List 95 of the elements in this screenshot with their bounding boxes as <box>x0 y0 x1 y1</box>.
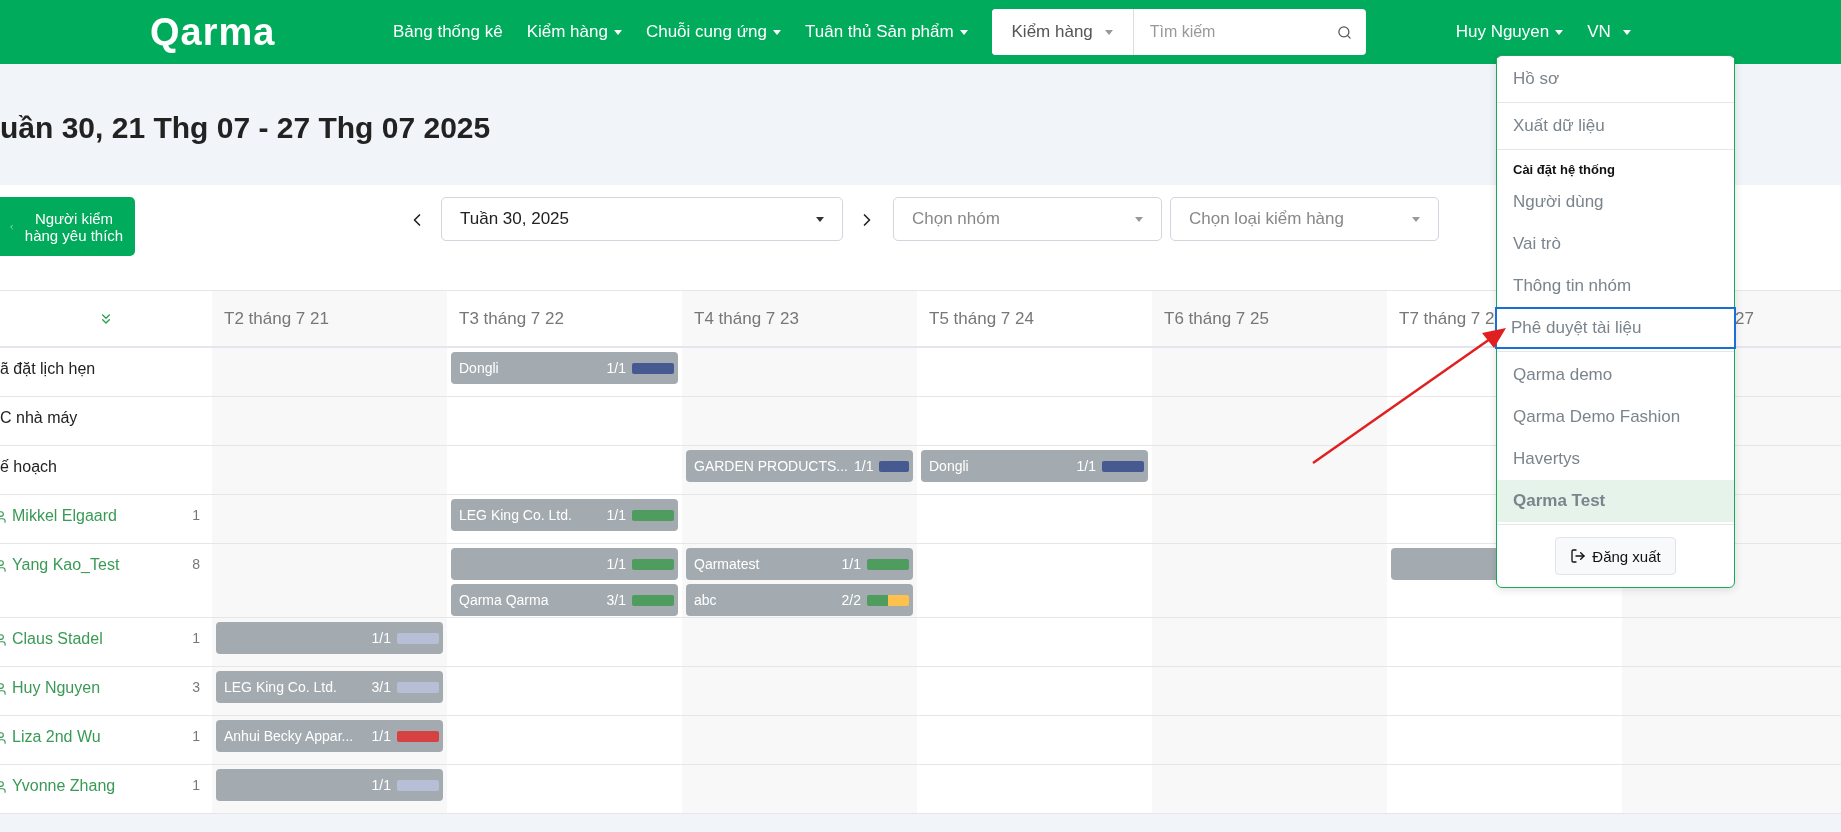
inspector-name[interactable]: Claus Stadel <box>12 630 193 648</box>
menu-item[interactable]: Phê duyệt tài liệu <box>1495 307 1736 349</box>
day-header: T3 tháng 7 22 <box>447 290 682 348</box>
inspection-count: 3 <box>192 679 200 695</box>
user-menu[interactable]: Huy Nguyen <box>1455 22 1564 42</box>
inspection-event[interactable]: Dongli 1/1 <box>451 352 678 384</box>
progress-bar <box>632 362 674 374</box>
inspection-event[interactable]: Dongli 1/1 <box>921 450 1148 482</box>
progress-bar <box>1102 460 1144 472</box>
menu-item[interactable]: Người dùng <box>1497 181 1734 223</box>
day-header: T4 tháng 7 23 <box>682 290 917 348</box>
nav-menu-item[interactable]: Kiểm hàng <box>526 22 622 42</box>
nav-menu-item[interactable]: Bảng thống kê <box>393 22 503 42</box>
inspection-event[interactable]: LEG King Co. Ltd. 1/1 <box>451 499 678 531</box>
inspection-event[interactable]: 1/1 <box>216 769 443 801</box>
progress-bar <box>632 594 674 606</box>
logo: Qarma <box>150 10 277 54</box>
page-title: uần 30, 21 Thg 07 - 27 Thg 07 2025 <box>0 110 491 145</box>
menu-section-title: Cài đặt hệ thống <box>1512 161 1616 179</box>
menu-item[interactable]: Qarma Test <box>1497 480 1734 522</box>
nav-menu-item[interactable]: Chuỗi cung ứng <box>645 22 781 42</box>
search-icon <box>1336 24 1352 40</box>
event-name: abc <box>694 592 718 608</box>
progress-bar <box>632 509 674 521</box>
inspection-event[interactable]: GARDEN PRODUCTS... 1/1 <box>686 450 913 482</box>
event-count: 1/1 <box>1076 458 1096 474</box>
event-name: Qarmatest <box>694 556 761 572</box>
event-name: LEG King Co. Ltd. <box>459 507 573 523</box>
menu-item[interactable]: Havertys <box>1497 438 1734 480</box>
menu-item[interactable]: Hồ sơ <box>1497 58 1734 100</box>
progress-bar <box>867 594 909 606</box>
status-label: C nhà máy <box>0 409 78 427</box>
event-name: Anhui Becky Appar... <box>224 728 355 744</box>
inspection-type-select[interactable]: Chọn loại kiểm hàng <box>1170 197 1439 241</box>
inspection-count: 1 <box>192 728 200 744</box>
day-header: T5 tháng 7 24 <box>917 290 1152 348</box>
event-name: Qarma Qarma <box>459 592 550 608</box>
inspection-event[interactable]: Qarmatest 1/1 <box>686 548 913 580</box>
language-select[interactable]: VN <box>1587 22 1631 42</box>
event-count: 1/1 <box>606 360 626 376</box>
inspection-count: 1 <box>192 630 200 646</box>
event-name: Dongli <box>459 360 500 376</box>
logout-icon <box>1570 548 1587 564</box>
group-select[interactable]: Chọn nhóm <box>893 197 1162 241</box>
progress-bar <box>397 730 439 742</box>
logout-button[interactable]: Đăng xuất <box>1555 537 1676 575</box>
event-name: LEG King Co. Ltd. <box>224 679 338 695</box>
inspection-event[interactable]: LEG King Co. Ltd. 3/1 <box>216 671 443 703</box>
logout-label: Đăng xuất <box>1592 547 1661 565</box>
event-count: 1/1 <box>606 556 626 572</box>
inspector-name[interactable]: Huy Nguyen <box>12 679 193 697</box>
event-count: 1/1 <box>371 777 391 793</box>
event-count: 3/1 <box>371 679 391 695</box>
inspection-count: 1 <box>192 507 200 523</box>
status-label: ã đặt lịch hẹn <box>0 360 96 378</box>
inspector-name[interactable]: Yvonne Zhang <box>12 777 193 795</box>
menu-item[interactable]: Vai trò <box>1497 223 1734 265</box>
menu-item[interactable]: Xuất dữ liệu <box>1497 105 1734 147</box>
inspection-event[interactable]: Qarma Qarma 3/1 <box>451 584 678 616</box>
day-header: T6 tháng 7 25 <box>1152 290 1387 348</box>
progress-bar <box>867 558 909 570</box>
event-name: GARDEN PRODUCTS... <box>694 458 848 474</box>
inspector-name[interactable]: Mikkel Elgaard <box>12 507 193 525</box>
progress-bar <box>397 681 439 693</box>
progress-bar <box>397 632 439 644</box>
inspection-count: 8 <box>192 556 200 572</box>
event-name: Dongli <box>929 458 970 474</box>
event-count: 1/1 <box>841 556 861 572</box>
inspection-event[interactable]: abc 2/2 <box>686 584 913 616</box>
progress-bar <box>632 558 674 570</box>
favorites-button[interactable]: Người kiểm hàng yêu thích <box>0 197 135 256</box>
inspector-name[interactable]: Yang Kao_Test <box>12 556 193 574</box>
event-count: 1/1 <box>606 507 626 523</box>
nav-menu-item[interactable]: Tuân thủ Sản phẩm <box>804 22 968 42</box>
search-scope-select[interactable]: Kiểm hàng <box>991 9 1134 55</box>
inspection-event[interactable]: 1/1 <box>216 622 443 654</box>
event-count: 1/1 <box>371 630 391 646</box>
inspection-event[interactable]: Anhui Becky Appar... 1/1 <box>216 720 443 752</box>
event-count: 2/2 <box>841 592 861 608</box>
search-field[interactable]: Tìm kiếm <box>1133 9 1366 55</box>
menu-item[interactable]: Qarma Demo Fashion <box>1497 396 1734 438</box>
inspector-name[interactable]: Liza 2nd Wu <box>12 728 193 746</box>
event-count: 3/1 <box>606 592 626 608</box>
event-count: 1/1 <box>371 728 391 744</box>
favorites-label: Người kiểm hàng yêu thích <box>23 209 125 244</box>
day-header: T2 tháng 7 21 <box>212 290 447 348</box>
week-select[interactable]: Tuần 30, 2025 <box>441 197 843 241</box>
progress-bar <box>879 460 909 472</box>
menu-item[interactable]: Qarma demo <box>1497 354 1734 396</box>
progress-bar <box>397 779 439 791</box>
inspection-count: 1 <box>192 777 200 793</box>
event-count: 1/1 <box>854 458 874 474</box>
inspection-event[interactable]: 1/1 <box>451 548 678 580</box>
menu-item[interactable]: Thông tin nhóm <box>1497 265 1734 307</box>
status-label: ế hoạch <box>0 458 57 476</box>
